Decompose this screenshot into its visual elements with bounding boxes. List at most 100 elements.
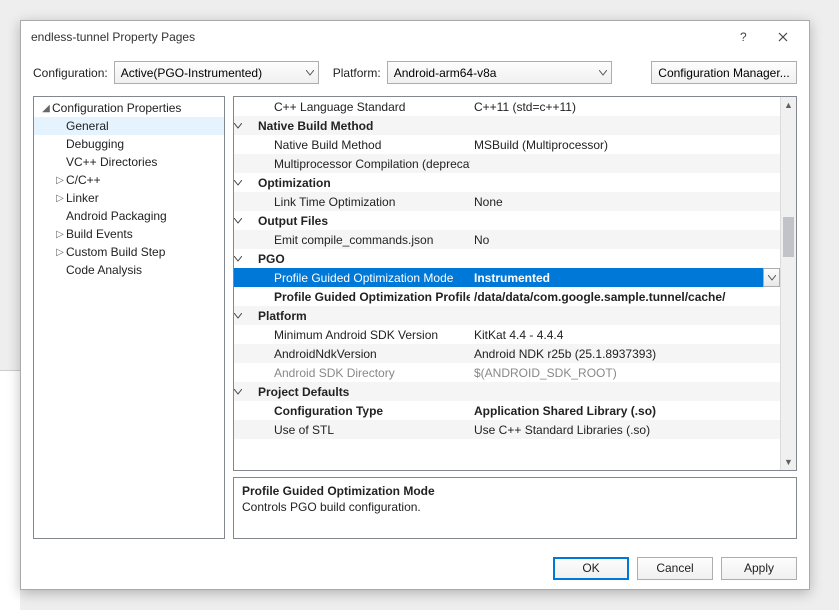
collapse-icon[interactable] [234, 256, 254, 262]
tree-item-linker[interactable]: ▷Linker [34, 189, 224, 207]
tree-item-build-events[interactable]: ▷Build Events [34, 225, 224, 243]
property-value[interactable]: /data/data/com.google.sample.tunnel/cach… [470, 290, 780, 304]
collapse-icon[interactable] [234, 218, 254, 224]
property-row[interactable]: Multiprocessor Compilation (deprecated) [234, 154, 780, 173]
property-category[interactable]: Optimization [234, 173, 780, 192]
description-panel: Profile Guided Optimization Mode Control… [233, 477, 797, 539]
property-row[interactable]: Native Build MethodMSBuild (Multiprocess… [234, 135, 780, 154]
property-name: Multiprocessor Compilation (deprecated) [254, 157, 470, 171]
expand-icon[interactable]: ▷ [54, 175, 66, 186]
category-tree[interactable]: ◢ Configuration Properties General Debugg… [33, 96, 225, 539]
property-name: Android SDK Directory [254, 366, 470, 380]
tree-item-debugging[interactable]: Debugging [34, 135, 224, 153]
property-value[interactable]: MSBuild (Multiprocessor) [470, 138, 780, 152]
property-value[interactable]: Instrumented [470, 271, 780, 285]
tree-root[interactable]: ◢ Configuration Properties [34, 99, 224, 117]
apply-button[interactable]: Apply [721, 557, 797, 580]
tree-item-label: Build Events [66, 227, 133, 241]
property-name: Emit compile_commands.json [254, 233, 470, 247]
property-row[interactable]: C++ Language StandardC++11 (std=c++11) [234, 97, 780, 116]
platform-combo[interactable]: Android-arm64-v8a [387, 61, 612, 84]
configuration-manager-button[interactable]: Configuration Manager... [651, 61, 797, 84]
property-name: Optimization [254, 176, 486, 190]
property-name: Profile Guided Optimization Mode [254, 271, 470, 285]
description-text: Controls PGO build configuration. [242, 500, 788, 514]
tree-item-c-c-[interactable]: ▷C/C++ [34, 171, 224, 189]
property-value[interactable]: None [470, 195, 780, 209]
property-value[interactable]: KitKat 4.4 - 4.4.4 [470, 328, 780, 342]
property-category[interactable]: Native Build Method [234, 116, 780, 135]
property-row[interactable]: Configuration TypeApplication Shared Lib… [234, 401, 780, 420]
titlebar: endless-tunnel Property Pages ? [21, 21, 809, 53]
property-name: Native Build Method [254, 138, 470, 152]
property-name: Profile Guided Optimization Profiles [254, 290, 470, 304]
configuration-value: Active(PGO-Instrumented) [121, 66, 262, 80]
property-category[interactable]: Platform [234, 306, 780, 325]
expand-icon[interactable]: ▷ [54, 193, 66, 204]
expand-icon[interactable]: ▷ [54, 229, 66, 240]
tree-item-label: Custom Build Step [66, 245, 165, 259]
tree-item-label: Android Packaging [66, 209, 167, 223]
property-name: AndroidNdkVersion [254, 347, 470, 361]
collapse-icon[interactable] [234, 123, 254, 129]
tree-item-code-analysis[interactable]: Code Analysis [34, 261, 224, 279]
expand-icon[interactable]: ▷ [54, 247, 66, 258]
property-row[interactable]: Profile Guided Optimization Profiles/dat… [234, 287, 780, 306]
property-value[interactable]: Application Shared Library (.so) [470, 404, 780, 418]
property-value[interactable]: C++11 (std=c++11) [470, 100, 780, 114]
help-button[interactable]: ? [723, 23, 763, 51]
property-grid[interactable]: C++ Language StandardC++11 (std=c++11) Na… [233, 96, 797, 471]
tree-item-android-packaging[interactable]: Android Packaging [34, 207, 224, 225]
svg-text:?: ? [740, 30, 747, 44]
config-bar: Configuration: Active(PGO-Instrumented) … [21, 53, 809, 92]
property-name: Minimum Android SDK Version [254, 328, 470, 342]
property-value[interactable]: Use C++ Standard Libraries (.so) [470, 423, 780, 437]
dialog-footer: OK Cancel Apply [21, 547, 809, 589]
property-category[interactable]: Project Defaults [234, 382, 780, 401]
property-value[interactable]: Android NDK r25b (25.1.8937393) [470, 347, 780, 361]
tree-item-general[interactable]: General [34, 117, 224, 135]
property-name: Native Build Method [254, 119, 486, 133]
property-name: C++ Language Standard [254, 100, 470, 114]
configuration-combo[interactable]: Active(PGO-Instrumented) [114, 61, 319, 84]
platform-value: Android-arm64-v8a [394, 66, 497, 80]
property-row[interactable]: AndroidNdkVersionAndroid NDK r25b (25.1.… [234, 344, 780, 363]
close-button[interactable] [763, 23, 803, 51]
collapse-icon[interactable]: ◢ [40, 103, 52, 114]
scrollbar[interactable]: ▲ ▼ [780, 97, 796, 470]
property-category[interactable]: Output Files [234, 211, 780, 230]
ok-button[interactable]: OK [553, 557, 629, 580]
cancel-button[interactable]: Cancel [637, 557, 713, 580]
platform-label: Platform: [333, 66, 381, 80]
property-row[interactable]: Use of STLUse C++ Standard Libraries (.s… [234, 420, 780, 439]
property-name: Configuration Type [254, 404, 470, 418]
property-name: Platform [254, 309, 486, 323]
scroll-up-icon[interactable]: ▲ [781, 97, 796, 113]
property-value[interactable]: $(ANDROID_SDK_ROOT) [470, 366, 780, 380]
chevron-down-icon [306, 70, 314, 76]
dropdown-button[interactable] [763, 268, 780, 287]
property-name: Output Files [254, 214, 486, 228]
tree-item-custom-build-step[interactable]: ▷Custom Build Step [34, 243, 224, 261]
tree-item-label: Debugging [66, 137, 124, 151]
property-row[interactable]: Profile Guided Optimization ModeInstrume… [234, 268, 780, 287]
scrollbar-thumb[interactable] [783, 217, 794, 257]
property-row[interactable]: Link Time OptimizationNone [234, 192, 780, 211]
property-value[interactable]: No [470, 233, 780, 247]
property-row[interactable]: Emit compile_commands.jsonNo [234, 230, 780, 249]
property-name: Link Time Optimization [254, 195, 470, 209]
property-category[interactable]: PGO [234, 249, 780, 268]
tree-item-label: C/C++ [66, 173, 101, 187]
property-row[interactable]: Android SDK Directory$(ANDROID_SDK_ROOT) [234, 363, 780, 382]
scroll-down-icon[interactable]: ▼ [781, 454, 796, 470]
collapse-icon[interactable] [234, 180, 254, 186]
property-name: Use of STL [254, 423, 470, 437]
collapse-icon[interactable] [234, 313, 254, 319]
tree-item-vc-directories[interactable]: VC++ Directories [34, 153, 224, 171]
description-title: Profile Guided Optimization Mode [242, 484, 788, 498]
collapse-icon[interactable] [234, 389, 254, 395]
property-row[interactable]: Minimum Android SDK VersionKitKat 4.4 - … [234, 325, 780, 344]
tree-item-label: Code Analysis [66, 263, 142, 277]
property-name: Project Defaults [254, 385, 486, 399]
chevron-down-icon [599, 70, 607, 76]
